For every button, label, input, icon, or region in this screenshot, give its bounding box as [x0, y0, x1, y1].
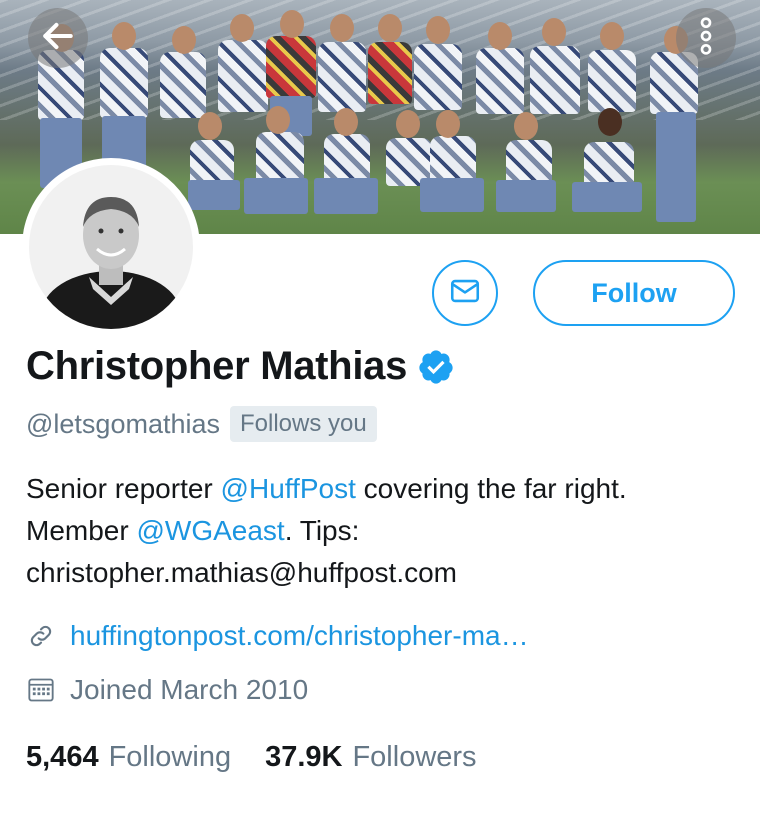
- profile-name: Christopher Mathias: [26, 344, 408, 388]
- following-count: 5,464: [26, 741, 99, 773]
- follow-stats: 5,464 Following 37.9K Followers: [26, 741, 477, 774]
- message-button[interactable]: [432, 260, 498, 326]
- profile-name-row: Christopher Mathias: [26, 344, 455, 389]
- joined-date: Joined March 2010: [70, 674, 309, 705]
- more-vertical-icon: [696, 16, 716, 61]
- link-icon: [26, 621, 56, 651]
- back-button[interactable]: [28, 8, 88, 68]
- profile-joined-row: Joined March 2010: [26, 674, 308, 706]
- calendar-icon: [26, 675, 56, 705]
- profile-website-row: huffingtonpost.com/christopher-ma…: [26, 620, 529, 652]
- follows-you-badge: Follows you: [230, 406, 377, 442]
- arrow-left-icon: [39, 17, 77, 60]
- handle-row: @letsgomathias Follows you: [26, 406, 377, 442]
- bio-text: Senior reporter: [26, 473, 221, 504]
- avatar-photo: [29, 165, 193, 329]
- followers-count: 37.9K: [265, 741, 343, 773]
- mention-link-wgaeast[interactable]: @WGAeast: [136, 515, 284, 546]
- profile-website-link[interactable]: huffingtonpost.com/christopher-ma…: [70, 620, 529, 652]
- profile-bio: Senior reporter @HuffPost covering the f…: [26, 468, 726, 594]
- envelope-icon: [448, 274, 482, 313]
- profile-avatar[interactable]: [22, 158, 200, 336]
- follow-button[interactable]: Follow: [533, 260, 735, 326]
- following-label: Following: [108, 741, 232, 773]
- profile-handle: @letsgomathias: [26, 408, 220, 439]
- following-stat[interactable]: 5,464 Following: [26, 741, 231, 774]
- more-options-button[interactable]: [676, 8, 736, 68]
- verified-badge-icon: [417, 348, 455, 386]
- mention-link-huffpost[interactable]: @HuffPost: [221, 473, 356, 504]
- followers-stat[interactable]: 37.9K Followers: [265, 741, 476, 774]
- followers-label: Followers: [352, 741, 477, 773]
